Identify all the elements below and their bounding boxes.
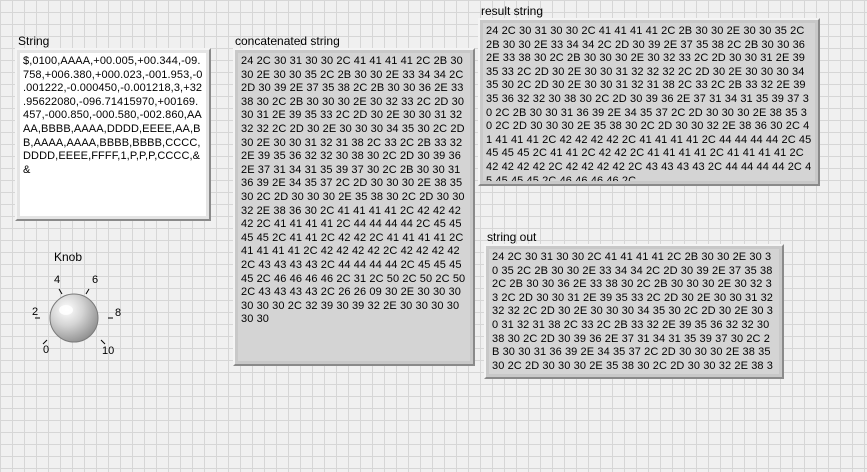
knob-body: [49, 293, 99, 343]
knob-tick: [100, 339, 106, 345]
concatenated-string-text: 24 2C 30 31 30 30 2C 41 41 41 41 2C 2B 3…: [238, 53, 470, 361]
string-out-text: 24 2C 30 31 30 30 2C 41 41 41 41 2C 2B 3…: [489, 249, 779, 374]
knob-tick: [58, 288, 63, 295]
result-string-label: result string: [481, 4, 544, 18]
knob-scale-8: 8: [115, 307, 122, 319]
knob-label: Knob: [54, 250, 83, 264]
string-input[interactable]: $,0100,AAAA,+00.005,+00.344,-09.758,+006…: [20, 53, 206, 216]
knob-highlight: [59, 305, 73, 315]
knob-scale-2: 2: [32, 306, 39, 318]
string-control[interactable]: $,0100,AAAA,+00.005,+00.344,-09.758,+006…: [15, 48, 211, 221]
result-string-indicator[interactable]: 24 2C 30 31 30 30 2C 41 41 41 41 2C 2B 3…: [478, 18, 820, 186]
knob-control[interactable]: 0 2 4 6 8 10: [28, 270, 128, 360]
concatenated-string-label: concatenated string: [235, 34, 340, 48]
knob-scale-10: 10: [102, 345, 115, 357]
knob-scale-0: 0: [43, 344, 50, 356]
knob-scale-6: 6: [92, 274, 99, 286]
string-out-indicator[interactable]: 24 2C 30 31 30 30 2C 41 41 41 41 2C 2B 3…: [484, 244, 784, 379]
knob-scale-4: 4: [54, 274, 61, 286]
knob-tick: [85, 288, 90, 295]
string-label: String: [18, 34, 50, 48]
concatenated-string-indicator[interactable]: 24 2C 30 31 30 30 2C 41 41 41 41 2C 2B 3…: [233, 48, 475, 366]
result-string-text: 24 2C 30 31 30 30 2C 41 41 41 41 2C 2B 3…: [483, 23, 815, 181]
string-out-label: string out: [487, 230, 537, 244]
